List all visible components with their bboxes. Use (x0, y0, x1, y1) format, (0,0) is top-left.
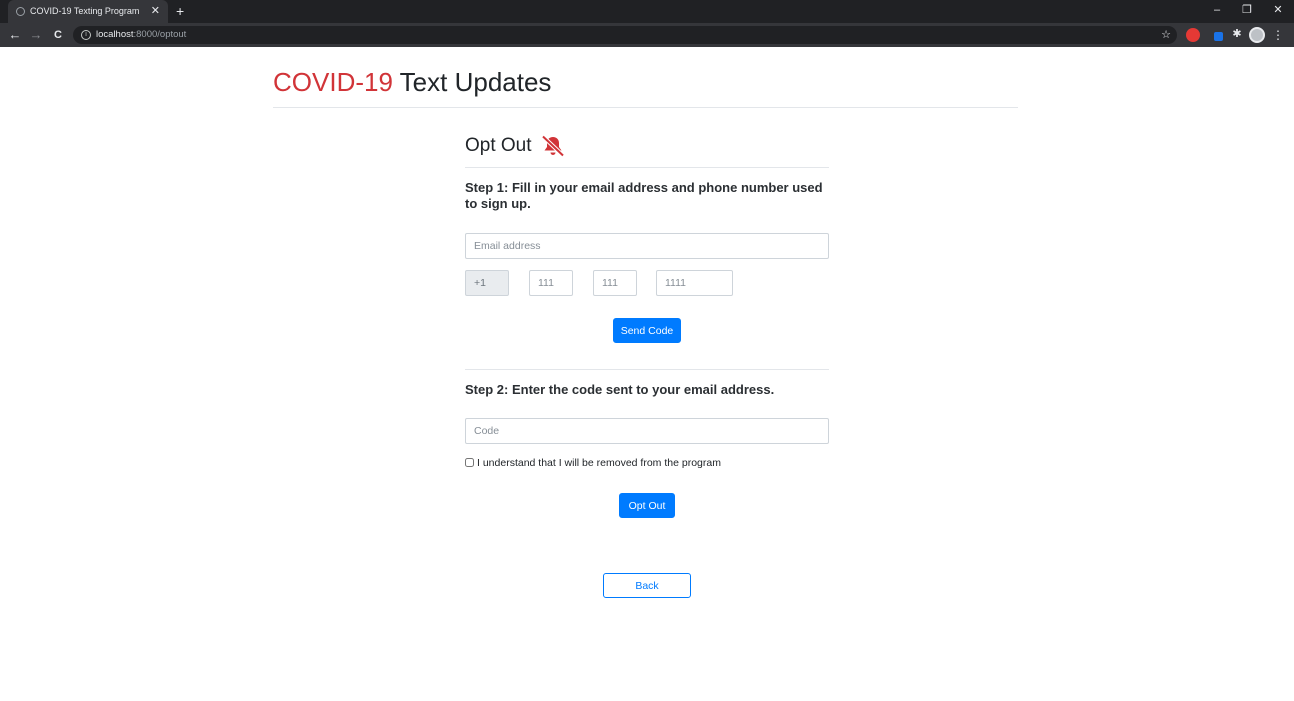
phone-area-input[interactable] (529, 270, 573, 296)
site-title-accent: COVID-19 (273, 67, 393, 97)
restore-button[interactable]: ❐ (1237, 0, 1257, 23)
globe-icon (16, 7, 25, 16)
country-code-field (465, 270, 509, 296)
reload-icon[interactable]: C (50, 23, 66, 47)
site-title-rest: Text Updates (392, 67, 552, 97)
profile-avatar[interactable] (1249, 27, 1265, 43)
back-button[interactable]: Back (603, 573, 691, 598)
divider (465, 369, 829, 370)
forward-arrow-icon[interactable]: → (28, 23, 44, 47)
send-code-button[interactable]: Send Code (613, 318, 681, 343)
browser-toolbar: ← → C i localhost:8000/optout ☆ ✱ ⋮ (0, 23, 1294, 47)
url-path: :8000/optout (133, 29, 187, 40)
minimize-button[interactable]: – (1207, 0, 1227, 23)
close-window-button[interactable]: ✕ (1268, 0, 1288, 23)
tab-title: COVID-19 Texting Program (30, 6, 140, 16)
site-header: COVID-19 Text Updates (273, 60, 1018, 108)
url-host: localhost (96, 29, 134, 40)
opt-out-heading: Opt Out (465, 125, 829, 168)
bell-slash-icon (541, 135, 565, 157)
code-input[interactable] (465, 418, 829, 444)
tab-close-icon[interactable]: ✕ (151, 0, 160, 23)
browser-tab-bar: COVID-19 Texting Program ✕ + – ❐ ✕ (0, 0, 1294, 23)
info-icon[interactable]: i (81, 30, 91, 40)
browser-tab[interactable]: COVID-19 Texting Program ✕ (8, 0, 168, 23)
opt-out-button[interactable]: Opt Out (619, 493, 675, 518)
confirm-checkbox-label: I understand that I will be removed from… (477, 457, 721, 469)
extension-blue-icon[interactable] (1214, 32, 1223, 41)
bookmark-star-icon[interactable]: ☆ (1161, 26, 1171, 44)
confirm-checkbox[interactable] (465, 458, 474, 467)
new-tab-button[interactable]: + (176, 0, 184, 23)
site-title: COVID-19 Text Updates (273, 60, 1018, 104)
opt-out-heading-text: Opt Out (465, 135, 532, 156)
email-input[interactable] (465, 233, 829, 259)
step-2-title: Step 2: Enter the code sent to your emai… (465, 382, 775, 397)
extensions-puzzle-icon[interactable]: ✱ (1230, 27, 1244, 41)
step-1-title: Step 1: Fill in your email address and p… (465, 180, 823, 211)
phone-prefix-input[interactable] (593, 270, 637, 296)
extension-red-icon[interactable] (1186, 28, 1200, 42)
back-arrow-icon[interactable]: ← (7, 23, 23, 47)
address-bar[interactable]: i localhost:8000/optout ☆ (73, 26, 1177, 44)
menu-dots-icon[interactable]: ⋮ (1272, 23, 1284, 47)
phone-line-input[interactable] (656, 270, 733, 296)
